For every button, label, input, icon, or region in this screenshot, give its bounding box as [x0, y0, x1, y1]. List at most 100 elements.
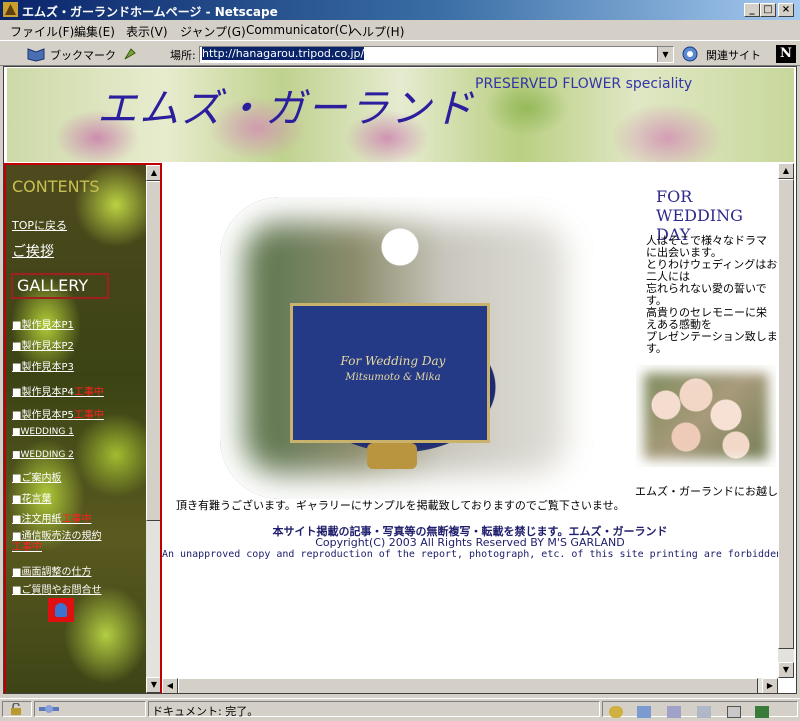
navigation-frame: CONTENTS TOPに戻る ご挨拶 GALLERY ■製作見本P1 ■製作見…	[4, 163, 162, 693]
banner: エムズ・ガーランド PRESERVED FLOWER speciality	[7, 68, 794, 162]
related-sites-label[interactable]: 関連サイト	[706, 47, 761, 63]
main-vertical-scrollbar[interactable]: ▲ ▼	[778, 163, 794, 678]
english-copy-notice: An unapproved copy and reproduction of t…	[162, 549, 778, 560]
site-title: エムズ・ガーランド	[97, 86, 475, 132]
link-icon[interactable]	[122, 46, 138, 62]
site-subtitle: PRESERVED FLOWER speciality	[475, 76, 693, 92]
scroll-left-arrow-icon[interactable]: ◀	[162, 678, 178, 693]
horizontal-scroll-thumb[interactable]	[178, 678, 758, 693]
bookmarks-label: ブックマーク	[50, 49, 116, 62]
scroll-thumb[interactable]	[778, 179, 794, 649]
menu-help[interactable]: ヘルプ(H)	[350, 23, 404, 40]
connection-icon	[39, 705, 59, 713]
nav-link-sample-p1[interactable]: ■製作見本P1	[12, 316, 74, 331]
under-construction-label: 工事中	[12, 542, 42, 553]
status-message: ドキュメント: 完了。	[152, 705, 259, 718]
wedding-description: 人はそこで様々なドラマ に出会います。 とりわけウェディングはお 二人には 忘れ…	[646, 235, 778, 355]
connection-status	[34, 701, 146, 717]
mail-tray-icon[interactable]	[637, 706, 651, 718]
under-construction-label: 工事中	[61, 514, 92, 525]
greeting-text-2: 頂き有難うございます。ギャラリーにサンプルを掲載致しておりますのでご覧下さいませ…	[176, 499, 625, 512]
nav-link-screen-adjust[interactable]: ■画面調整の仕方	[12, 563, 91, 578]
nav-link-label: ■ご質問やお問合せ	[12, 585, 102, 596]
nav-link-label: ■画面調整の仕方	[12, 567, 92, 578]
description-line: す。	[646, 342, 667, 355]
netscape-app-icon	[3, 2, 18, 17]
newsgroups-icon[interactable]	[667, 706, 681, 718]
scroll-down-arrow-icon[interactable]: ▼	[146, 677, 160, 693]
greeting-text-1: エムズ・ガーランドにお越し	[635, 485, 778, 498]
close-button[interactable]: ×	[778, 3, 794, 17]
maximize-button[interactable]: □	[760, 3, 776, 17]
address-book-icon[interactable]	[697, 706, 711, 718]
content-frame: エムズ・ガーランド PRESERVED FLOWER speciality CO…	[3, 66, 797, 694]
contents-heading: CONTENTS	[12, 177, 100, 196]
related-sites-icon[interactable]	[681, 45, 699, 63]
menu-communicator[interactable]: Communicator(C)	[246, 23, 352, 37]
nav-link-mail-order-terms[interactable]: ■通信販売法の規約工事中	[12, 531, 108, 553]
check-icon[interactable]	[755, 706, 769, 718]
nav-link-label: ■製作見本P3	[12, 362, 74, 373]
title-bar: エムズ・ガーランドホームページ - Netscape _ □ ×	[0, 0, 800, 20]
rose-bouquet-photo	[636, 365, 776, 467]
wedding-welcome-board: For Wedding Day Mitsumoto & Mika	[290, 303, 490, 443]
url-text: http://hanagarou.tripod.co.jp/	[202, 47, 365, 60]
nav-link-contact[interactable]: ■ご質問やお問合せ	[12, 581, 101, 596]
minimize-button[interactable]: _	[744, 3, 760, 17]
sign-text: For Wedding Day Mitsumoto & Mika	[313, 354, 473, 383]
heading-line: WEDDING	[656, 206, 743, 225]
nav-link-label: ■製作見本P1	[12, 320, 74, 331]
composer-icon[interactable]	[727, 706, 741, 718]
nav-link-sample-p2[interactable]: ■製作見本P2	[12, 337, 74, 352]
gallery-link[interactable]: GALLERY	[11, 273, 109, 299]
mail-icon[interactable]	[48, 598, 74, 622]
component-bar	[602, 701, 798, 718]
nav-link-label: ■製作見本P5	[12, 410, 74, 421]
easel-ornament	[367, 443, 417, 469]
copyright: Copyright(C) 2003 All Rights Reserved BY…	[315, 536, 625, 549]
navigator-icon[interactable]	[609, 706, 623, 718]
menu-edit[interactable]: 編集(E)	[74, 23, 115, 40]
nav-link-label: ■ご案内板	[12, 473, 62, 484]
window-title: エムズ・ガーランドホームページ - Netscape	[22, 5, 278, 19]
nav-link-sample-p4[interactable]: ■製作見本P4工事中	[12, 383, 104, 398]
menu-go[interactable]: ジャンプ(G)	[180, 23, 246, 40]
nav-link-label: ■通信販売法の規約	[12, 531, 102, 542]
heading-line: FOR	[656, 187, 693, 206]
nav-link-label: ■WEDDING 2	[12, 450, 74, 460]
sign-line-names: Mitsumoto & Mika	[345, 372, 441, 383]
scroll-right-arrow-icon[interactable]: ▶	[762, 678, 778, 693]
netscape-logo: N	[776, 45, 796, 63]
scroll-up-arrow-icon[interactable]: ▲	[146, 165, 160, 181]
greeting-link[interactable]: ご挨拶	[12, 241, 54, 261]
url-input[interactable]: http://hanagarou.tripod.co.jp/ ▼	[199, 46, 674, 63]
location-label: 場所:	[170, 49, 196, 62]
top-link[interactable]: TOPに戻る	[12, 217, 67, 233]
scroll-up-arrow-icon[interactable]: ▲	[778, 163, 794, 179]
nav-link-sample-p5[interactable]: ■製作見本P5工事中	[12, 406, 104, 421]
scroll-down-arrow-icon[interactable]: ▼	[778, 662, 794, 678]
nav-link-sample-p3[interactable]: ■製作見本P3	[12, 358, 74, 373]
nav-link-label: ■注文用紙	[12, 514, 62, 525]
menu-view[interactable]: 表示(V)	[126, 23, 168, 40]
under-construction-label: 工事中	[73, 387, 104, 398]
main-content: For Wedding Day Mitsumoto & Mika FOR WED…	[162, 163, 778, 678]
bookmarks-button[interactable]: ブックマーク	[26, 46, 126, 62]
nav-link-order-form[interactable]: ■注文用紙工事中	[12, 510, 91, 525]
url-dropdown-icon[interactable]: ▼	[657, 47, 673, 62]
under-construction-label: 工事中	[73, 410, 104, 421]
nav-link-wedding-1[interactable]: ■WEDDING 1	[12, 427, 74, 437]
sign-line-title: For Wedding Day	[340, 354, 446, 368]
security-status[interactable]	[2, 701, 32, 717]
navigation-scrollbar[interactable]: ▲ ▼	[146, 165, 160, 693]
nav-link-guide-board[interactable]: ■ご案内板	[12, 469, 61, 484]
nav-link-flower-language[interactable]: ■花言葉	[12, 490, 51, 505]
scroll-thumb[interactable]	[146, 181, 160, 521]
nav-link-label: ■製作見本P4	[12, 387, 74, 398]
main-horizontal-scrollbar[interactable]: ◀ ▶	[162, 678, 778, 693]
menu-bar: ファイル(F) 編集(E) 表示(V) ジャンプ(G) Communicator…	[0, 20, 800, 40]
menu-file[interactable]: ファイル(F)	[10, 23, 74, 40]
navigation-content: CONTENTS TOPに戻る ご挨拶 GALLERY ■製作見本P1 ■製作見…	[8, 165, 146, 693]
nav-link-wedding-2[interactable]: ■WEDDING 2	[12, 450, 74, 460]
location-toolbar: ブックマーク 場所: http://hanagarou.tripod.co.jp…	[0, 40, 800, 66]
